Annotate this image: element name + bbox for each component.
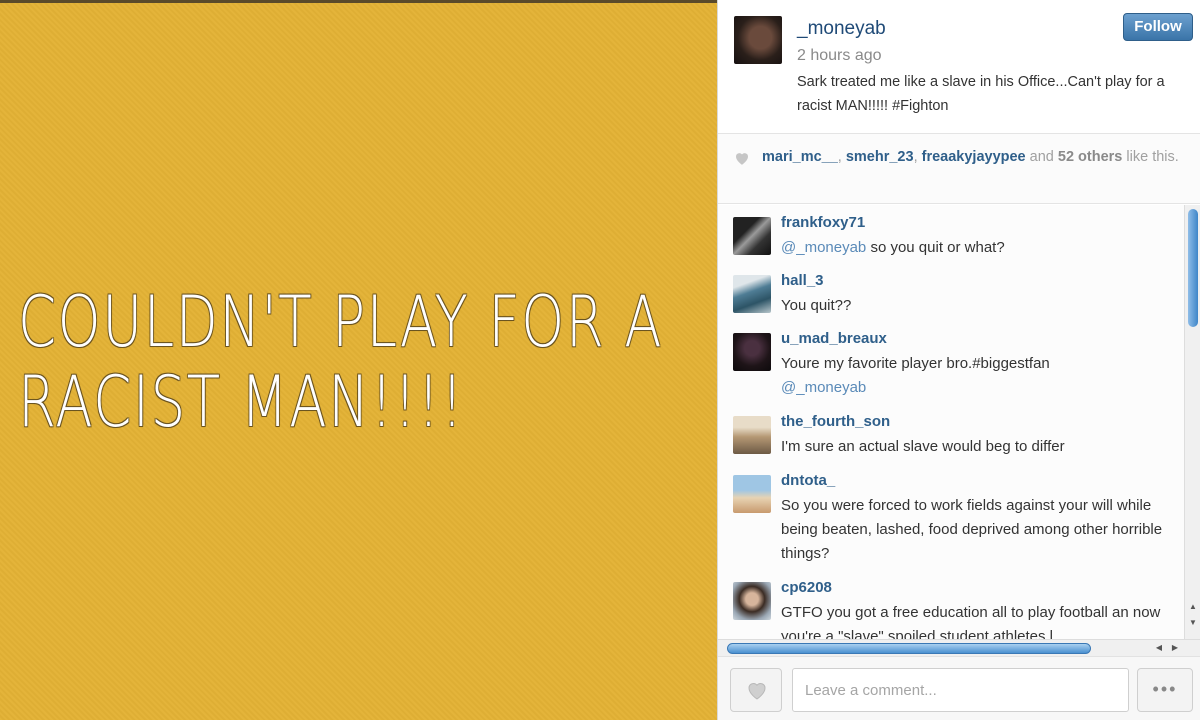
liker-link[interactable]: mari_mc__	[762, 149, 838, 165]
liker-link[interactable]: smehr_23	[846, 149, 914, 165]
comment-input[interactable]	[792, 668, 1129, 712]
liker-link[interactable]: freaakyjayypee	[922, 149, 1026, 165]
commenter-username[interactable]: hall_3	[781, 272, 824, 289]
comment-body: Youre my favorite player bro.#biggestfan	[781, 355, 1050, 372]
commenter-username[interactable]: frankfoxy71	[781, 214, 865, 231]
post-timestamp: 2 hours ago	[797, 47, 882, 64]
image-text: COULDN'T PLAY FOR A RACIST MAN!!!!	[18, 281, 664, 443]
commenter-avatar[interactable]	[733, 475, 771, 513]
comment-footer: •••	[718, 656, 1200, 720]
likes-section: mari_mc__, smehr_23, freaakyjayypee and …	[718, 134, 1200, 204]
image-text-line-1: COULDN'T PLAY FOR A	[18, 281, 664, 363]
comments-horizontal-scrollbar[interactable]: ◀ ▶	[718, 639, 1200, 656]
image-top-border	[0, 0, 717, 3]
post-image: COULDN'T PLAY FOR A RACIST MAN!!!!	[0, 0, 717, 720]
comments-list[interactable]: frankfoxy71 @_moneyab so you quit or wha…	[718, 205, 1184, 639]
comment-text: I'm sure an actual slave would beg to di…	[781, 438, 1065, 455]
comment-body: so you quit or what?	[866, 239, 1005, 256]
poster-username[interactable]: _moneyab	[797, 18, 886, 40]
image-text-line-2: RACIST MAN!!!!	[18, 361, 465, 443]
post-details-panel: _moneyab 2 hours ago Sark treated me lik…	[717, 0, 1200, 720]
commenter-avatar[interactable]	[733, 333, 771, 371]
horizontal-scroll-thumb[interactable]	[727, 643, 1091, 654]
comments-vertical-scrollbar[interactable]: ▲ ▼	[1184, 205, 1200, 639]
commenter-avatar[interactable]	[733, 582, 771, 620]
poster-avatar[interactable]	[734, 16, 782, 64]
comment-text: So you were forced to work fields agains…	[781, 497, 1163, 562]
comment-text: GTFO you got a free education all to pla…	[781, 604, 1161, 639]
likes-text: mari_mc__, smehr_23, freaakyjayypee and …	[762, 149, 1179, 165]
scroll-down-arrow-icon[interactable]: ▼	[1187, 617, 1199, 629]
commenter-avatar[interactable]	[733, 275, 771, 313]
commenter-username[interactable]: dntota_	[781, 472, 835, 489]
comment-text: @_moneyab so you quit or what?	[781, 236, 1176, 260]
commenter-username[interactable]: the_fourth_son	[781, 413, 890, 430]
heart-icon	[748, 683, 766, 700]
more-options-button[interactable]: •••	[1137, 668, 1193, 712]
commenter-username[interactable]: u_mad_breaux	[781, 330, 887, 347]
commenter-username[interactable]: cp6208	[781, 579, 832, 596]
follow-button[interactable]: Follow	[1123, 13, 1193, 41]
comment-text: You quit??	[781, 297, 852, 314]
scroll-right-arrow-icon[interactable]: ▶	[1169, 642, 1181, 654]
vertical-scroll-thumb[interactable]	[1188, 209, 1198, 327]
post-header: _moneyab 2 hours ago Sark treated me lik…	[718, 0, 1200, 134]
scroll-up-arrow-icon[interactable]: ▲	[1187, 601, 1199, 613]
commenter-avatar[interactable]	[733, 416, 771, 454]
likes-count[interactable]: 52 others	[1058, 149, 1122, 165]
commenter-avatar[interactable]	[733, 217, 771, 255]
likes-and: and	[1029, 149, 1054, 165]
like-button[interactable]	[730, 668, 782, 712]
post-caption: Sark treated me like a slave in his Offi…	[797, 74, 1165, 114]
comment-text: Youre my favorite player bro.#biggestfan…	[781, 352, 1176, 400]
mention-link[interactable]: @_moneyab	[781, 376, 1176, 400]
scroll-left-arrow-icon[interactable]: ◀	[1153, 642, 1165, 654]
likes-suffix: like this.	[1126, 149, 1179, 165]
heart-icon	[736, 153, 748, 165]
mention-link[interactable]: @_moneyab	[781, 239, 866, 256]
